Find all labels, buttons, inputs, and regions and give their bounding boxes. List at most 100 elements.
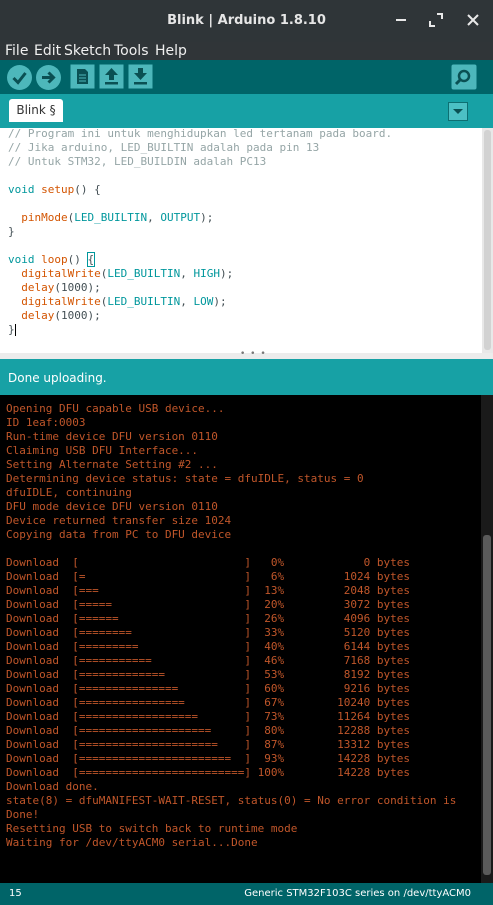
code-token: HIGH xyxy=(193,267,220,280)
tab-menu-button[interactable] xyxy=(448,102,468,121)
code-line[interactable]: } xyxy=(8,225,15,238)
tab-blink[interactable]: Blink § xyxy=(9,99,63,122)
upload-button[interactable] xyxy=(35,64,62,95)
window-title: Blink | Arduino 1.8.10 xyxy=(167,13,326,28)
code-token: digitalWrite xyxy=(21,267,101,280)
console-scrollbar-thumb[interactable] xyxy=(483,535,491,875)
maximize-icon[interactable] xyxy=(426,10,446,30)
console-line: Download [======================= ] 93% … xyxy=(6,752,410,765)
minimize-icon[interactable] xyxy=(391,10,411,30)
code-token: OUTPUT xyxy=(160,211,201,224)
document-icon xyxy=(70,64,95,89)
status-message: Done uploading. xyxy=(8,371,107,385)
code-token: LED_BUILTIN xyxy=(107,267,181,280)
open-button[interactable] xyxy=(99,64,124,93)
verify-button[interactable] xyxy=(6,64,33,95)
serial-monitor-button[interactable] xyxy=(451,64,477,94)
code-token: delay xyxy=(21,281,55,294)
arrow-down-icon xyxy=(128,64,153,89)
console-line: Download [= ] 6% 1024 bytes xyxy=(6,570,410,583)
code-editor[interactable]: // Program ini untuk menghidupkan led te… xyxy=(0,128,482,353)
code-token: (1000); xyxy=(54,281,101,294)
console-line: ID 1eaf:0003 xyxy=(6,416,86,429)
code-text[interactable]: // Program ini untuk menghidupkan led te… xyxy=(8,128,392,337)
arrow-up-icon xyxy=(99,64,124,89)
console-line: Determining device status: state = dfuID… xyxy=(6,472,364,485)
code-line[interactable]: // Jika arduino, LED_BUILTIN adalah pada… xyxy=(8,141,319,154)
menu-help[interactable]: Help xyxy=(155,42,187,60)
code-token: , xyxy=(180,267,194,280)
console-line: Resetting USB to switch back to runtime … xyxy=(6,822,298,835)
console-line: Setting Alternate Setting #2 ... xyxy=(6,458,218,471)
bottom-status-bar: 15 Generic STM32F103C series on /dev/tty… xyxy=(0,883,493,905)
code-token: { xyxy=(86,252,96,267)
console-line: Download [ ] 0% 0 bytes xyxy=(6,556,410,569)
console-line: Device returned transfer size 1024 xyxy=(6,514,232,527)
arrow-right-icon xyxy=(36,65,61,90)
code-line[interactable]: delay(1000); xyxy=(8,309,101,322)
save-button[interactable] xyxy=(128,64,153,93)
console-line: Download [=============== ] 60% 9216 byt… xyxy=(6,682,410,695)
menu-edit[interactable]: Edit xyxy=(34,42,61,60)
new-sketch-button[interactable] xyxy=(70,64,95,93)
code-token: LED_BUILTIN xyxy=(107,295,181,308)
menu-sketch[interactable]: Sketch xyxy=(64,42,111,60)
code-token: loop xyxy=(41,253,68,266)
console-line: Download [=========== ] 46% 7168 bytes xyxy=(6,654,410,667)
code-line[interactable]: // Program ini untuk menghidupkan led te… xyxy=(8,128,392,140)
code-token: ); xyxy=(200,211,214,224)
magnifier-icon xyxy=(451,64,477,90)
code-line[interactable]: void loop() { xyxy=(8,252,96,267)
code-token: (1000); xyxy=(54,309,101,322)
console-line: Download [================ ] 67% 10240 b… xyxy=(6,696,410,709)
code-line[interactable]: void setup() { xyxy=(8,183,101,196)
check-icon xyxy=(7,65,32,90)
title-bar: Blink | Arduino 1.8.10 xyxy=(0,0,493,42)
console-output: Opening DFU capable USB device... ID 1ea… xyxy=(0,395,481,883)
code-line[interactable]: delay(1000); xyxy=(8,281,101,294)
console-text: Opening DFU capable USB device... ID 1ea… xyxy=(6,402,456,850)
console-line: Opening DFU capable USB device... xyxy=(6,402,225,415)
code-line[interactable]: digitalWrite(LED_BUILTIN, HIGH); xyxy=(8,267,233,280)
tab-bar: Blink § xyxy=(0,94,493,128)
code-token: setup xyxy=(41,183,75,196)
console-line: Download [===================== ] 87% 13… xyxy=(6,738,410,751)
code-line[interactable]: } xyxy=(8,323,16,336)
code-line[interactable]: // Untuk STM32, LED_BUILDIN adalah PC13 xyxy=(8,155,266,168)
console-line: Download [=== ] 13% 2048 bytes xyxy=(6,584,410,597)
console-line: state(8) = dfuMANIFEST-WAIT-RESET, statu… xyxy=(6,794,457,807)
code-token: // Jika arduino, LED_BUILTIN adalah pada… xyxy=(8,141,320,154)
code-token: // Untuk STM32, LED_BUILDIN adalah PC13 xyxy=(8,155,267,168)
console-line: Download [===== ] 20% 3072 bytes xyxy=(6,598,410,611)
code-token: , xyxy=(180,295,194,308)
code-token: digitalWrite xyxy=(21,295,101,308)
console-line: Download [==================== ] 80% 122… xyxy=(6,724,410,737)
editor-scrollbar-thumb[interactable] xyxy=(484,130,491,350)
console-scrollbar[interactable] xyxy=(481,395,493,883)
console-line: Waiting for /dev/ttyACM0 serial...Done xyxy=(6,836,258,849)
close-icon[interactable] xyxy=(463,10,483,30)
console-line: Run-time device DFU version 0110 xyxy=(6,430,218,443)
chevron-down-icon xyxy=(453,109,463,114)
code-token: } xyxy=(8,225,15,238)
console-line: Claiming USB DFU Interface... xyxy=(6,444,199,457)
editor-scrollbar[interactable] xyxy=(482,128,493,353)
text-cursor xyxy=(14,324,16,336)
console-line: Download [======== ] 33% 5120 bytes xyxy=(6,626,410,639)
menu-file[interactable]: File xyxy=(5,42,28,60)
code-line[interactable]: pinMode(LED_BUILTIN, OUTPUT); xyxy=(8,211,213,224)
code-token: () { xyxy=(74,183,101,196)
code-token: } xyxy=(8,323,15,336)
console-line: Download [============= ] 53% 8192 bytes xyxy=(6,668,410,681)
menu-bar: File Edit Sketch Tools Help xyxy=(0,42,493,60)
menu-tools[interactable]: Tools xyxy=(114,42,149,60)
toolbar xyxy=(0,60,493,94)
code-line[interactable]: digitalWrite(LED_BUILTIN, LOW); xyxy=(8,295,227,308)
code-token: () xyxy=(67,253,88,266)
code-token: LOW xyxy=(193,295,214,308)
console-line: Download [================== ] 73% 11264… xyxy=(6,710,410,723)
code-token: ); xyxy=(213,295,227,308)
